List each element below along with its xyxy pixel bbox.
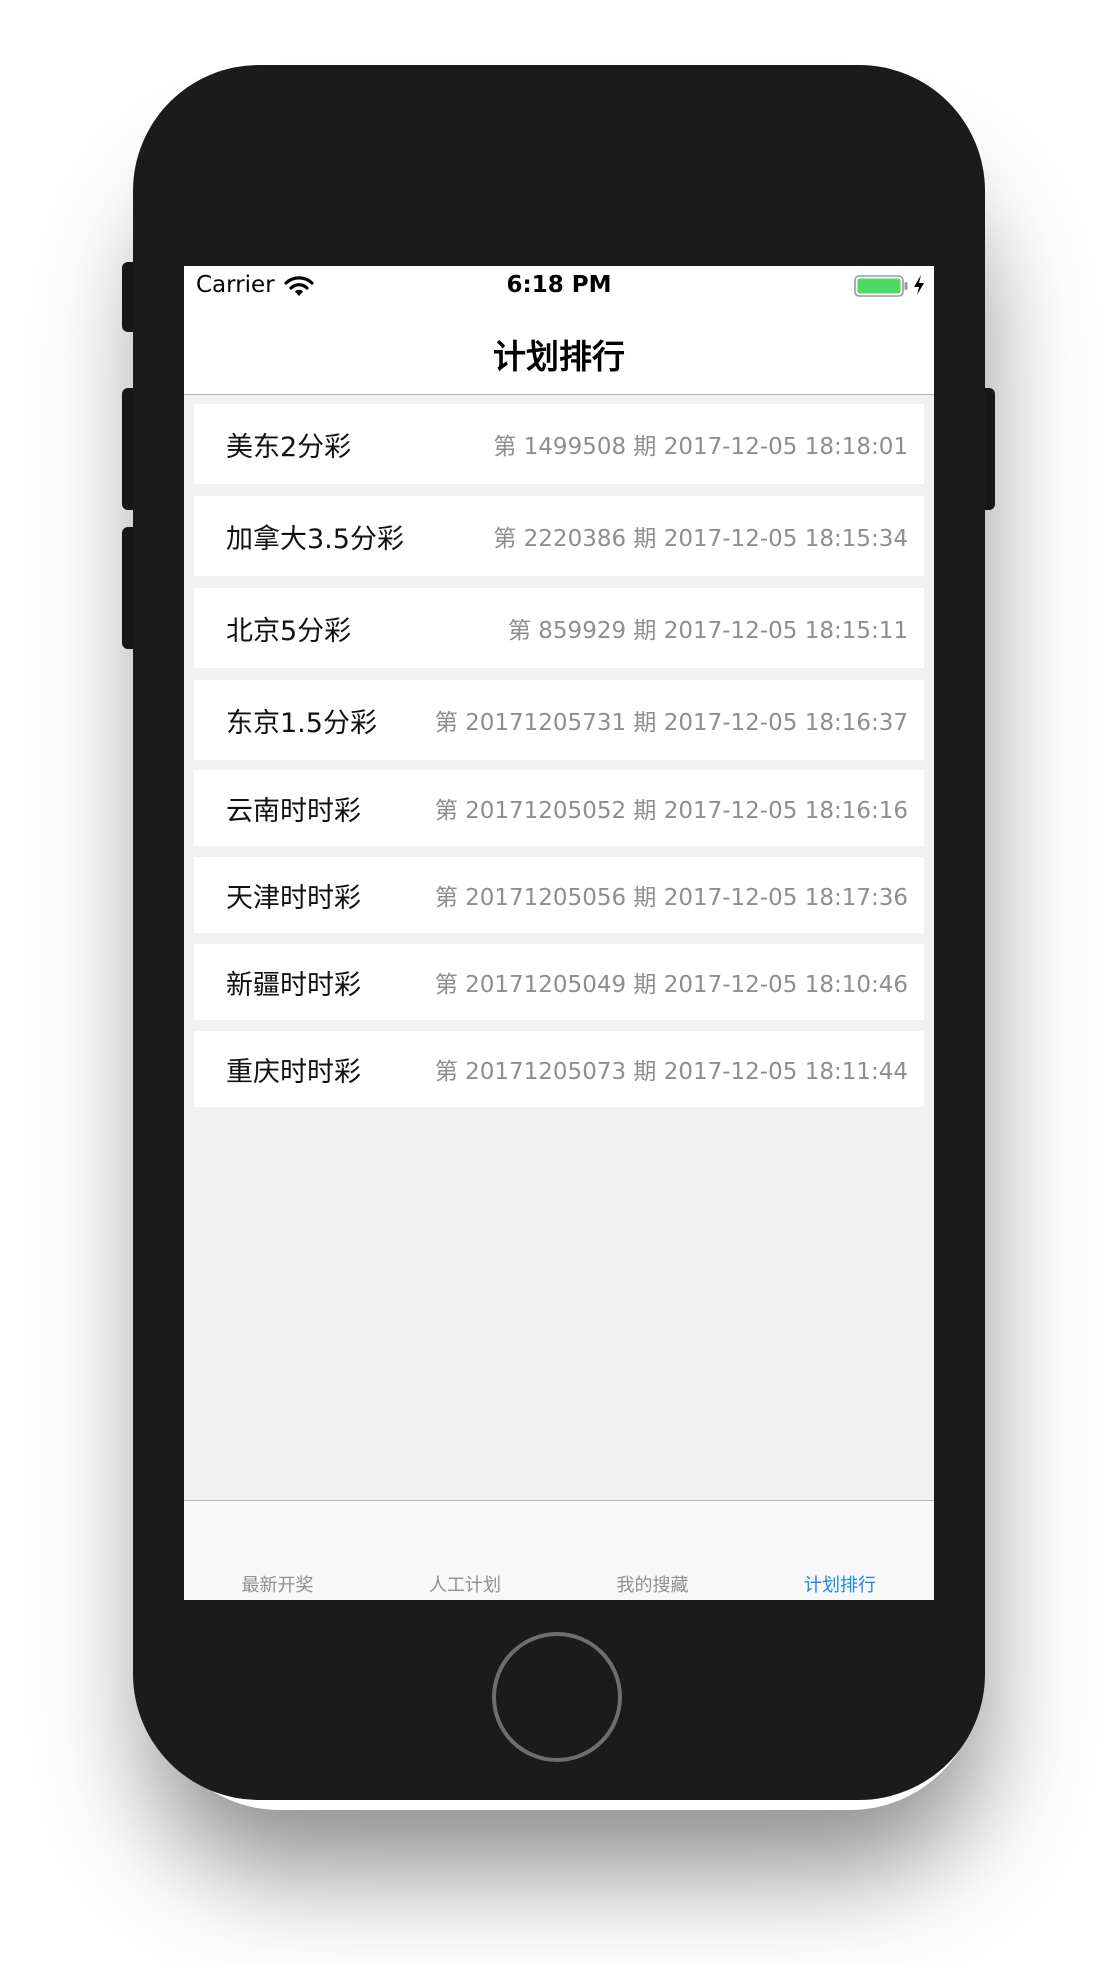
charging-bolt-icon	[914, 275, 924, 295]
draw-period-time: 第 2220386 期 2017-12-05 18:15:34	[493, 526, 908, 552]
draw-period-time: 第 20171205731 期 2017-12-05 18:16:37	[434, 710, 908, 736]
lottery-name: 云南时时彩	[226, 795, 361, 827]
draw-period-time: 第 20171205056 期 2017-12-05 18:17:36	[434, 885, 908, 911]
draw-period-time: 第 859929 期 2017-12-05 18:15:11	[507, 618, 908, 644]
tab-item-4[interactable]: 计划排行	[747, 1501, 934, 1600]
list-item[interactable]: 重庆时时彩 第 20171205073 期 2017-12-05 18:11:44	[194, 1031, 924, 1107]
tab-label: 我的搜藏	[616, 1575, 689, 1596]
list-item[interactable]: 新疆时时彩 第 20171205049 期 2017-12-05 18:10:46	[194, 944, 924, 1020]
tab-label: 最新开奖	[241, 1575, 314, 1596]
tab-item-1[interactable]: 最新开奖	[184, 1501, 371, 1600]
tab-label: 人工计划	[429, 1575, 501, 1596]
list-item[interactable]: 美东2分彩 第 1499508 期 2017-12-05 18:18:01	[194, 404, 924, 484]
list-item[interactable]: 东京1.5分彩 第 20171205731 期 2017-12-05 18:16:…	[194, 680, 924, 760]
lottery-name: 美东2分彩	[226, 431, 352, 463]
list-item[interactable]: 天津时时彩 第 20171205056 期 2017-12-05 18:17:36	[194, 857, 924, 933]
tab-label: 计划排行	[804, 1575, 876, 1596]
battery-icon	[854, 275, 908, 297]
draw-period-time: 第 20171205073 期 2017-12-05 18:11:44	[434, 1059, 908, 1085]
status-time: 6:18 PM	[506, 272, 612, 298]
list-item[interactable]: 云南时时彩 第 20171205052 期 2017-12-05 18:16:16	[194, 770, 924, 846]
draw-period-time: 第 20171205049 期 2017-12-05 18:10:46	[434, 972, 908, 998]
lottery-name: 重庆时时彩	[226, 1056, 361, 1088]
page-title: 计划排行	[493, 337, 625, 376]
list-item[interactable]: 加拿大3.5分彩 第 2220386 期 2017-12-05 18:15:34	[194, 496, 924, 576]
app-screen: Carrier 6:18 PM 计划排行 美东2分彩 第 1499508 期 20…	[184, 266, 934, 1600]
lottery-name: 东京1.5分彩	[226, 707, 377, 739]
draw-period-time: 第 1499508 期 2017-12-05 18:18:01	[493, 434, 908, 460]
navigation-bar: 计划排行	[184, 306, 934, 395]
tab-item-2[interactable]: 人工计划	[372, 1501, 559, 1600]
home-button[interactable]	[492, 1632, 622, 1762]
list-item[interactable]: 北京5分彩 第 859929 期 2017-12-05 18:15:11	[194, 588, 924, 668]
lottery-name: 天津时时彩	[226, 882, 361, 914]
status-bar: Carrier 6:18 PM	[184, 266, 934, 306]
tab-bar: 最新开奖 人工计划 我的搜藏 计划排行	[184, 1500, 934, 1600]
lottery-name: 新疆时时彩	[226, 969, 361, 1001]
draw-period-time: 第 20171205052 期 2017-12-05 18:16:16	[434, 798, 908, 824]
lottery-name: 加拿大3.5分彩	[226, 523, 404, 555]
lottery-name: 北京5分彩	[226, 615, 352, 647]
tab-item-3[interactable]: 我的搜藏	[559, 1501, 746, 1600]
